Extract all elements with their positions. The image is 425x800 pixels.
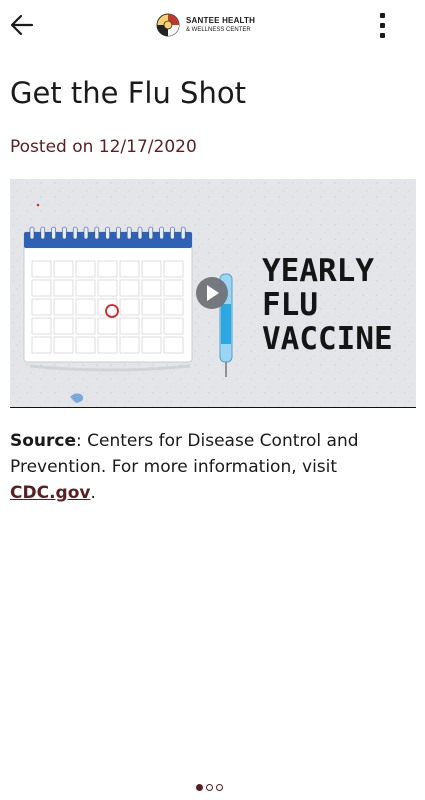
cdc-link[interactable]: CDC.gov	[10, 483, 90, 503]
page-indicator	[196, 784, 223, 791]
top-app-bar: SANTEE HEALTH & WELLNESS CENTER	[0, 0, 425, 52]
period: .	[90, 483, 96, 503]
page-dot-2[interactable]	[206, 784, 213, 791]
arrow-left-icon	[10, 14, 34, 36]
page-dot-3[interactable]	[216, 784, 223, 791]
more-vertical-icon	[380, 13, 385, 18]
more-vertical-icon-dot	[380, 33, 385, 38]
video-thumbnail: YEARLY FLU VACCINE	[10, 179, 416, 407]
play-icon[interactable]	[196, 277, 228, 309]
more-vertical-icon-dot	[380, 23, 385, 28]
back-button[interactable]	[8, 10, 38, 40]
source-label: Source	[10, 431, 77, 451]
brand-name-line-2: & WELLNESS CENTER	[186, 27, 251, 33]
brand-logo: SANTEE HEALTH & WELLNESS CENTER	[156, 11, 255, 39]
video-text-line-1: YEARLY	[262, 253, 374, 289]
overflow-menu-button[interactable]	[372, 10, 394, 40]
santee-logo-icon	[156, 13, 180, 37]
page-dot-1[interactable]	[196, 784, 203, 791]
video-player[interactable]: YEARLY FLU VACCINE	[10, 179, 416, 408]
calendar-illustration	[23, 226, 193, 372]
brand-name-line-1: SANTEE HEALTH	[186, 16, 256, 25]
article-body: Source: Centers for Disease Control and …	[10, 428, 410, 506]
video-text-line-3: VACCINE	[262, 321, 393, 357]
posted-date: Posted on 12/17/2020	[10, 137, 197, 157]
article-title: Get the Flu Shot	[10, 76, 246, 110]
video-text-line-2: FLU	[262, 287, 318, 323]
